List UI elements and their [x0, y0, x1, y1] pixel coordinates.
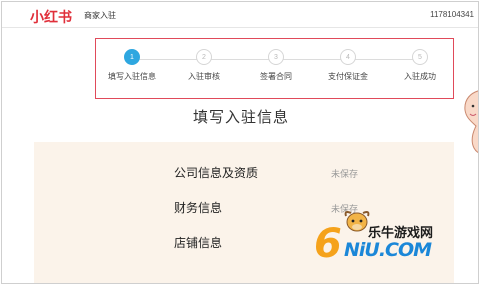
section-store-info[interactable]: 店铺信息: [174, 234, 222, 251]
site-watermark: 6 乐牛游戏网 NiU.COM: [314, 210, 474, 270]
progress-steps: 1 填写入驻信息 2 入驻审核 3 签署合同 4 支付保证金 5 入驻成功: [95, 38, 454, 99]
step-label: 支付保证金: [328, 72, 368, 81]
section-status: 未保存: [331, 170, 359, 180]
page-title: 填写入驻信息: [192, 108, 289, 126]
section-finance-info[interactable]: 财务信息: [174, 199, 222, 216]
breadcrumb[interactable]: 商家入驻: [84, 10, 116, 21]
step-sign-contract: 3 签署合同: [241, 49, 311, 82]
section-company-info[interactable]: 公司信息及资质: [174, 164, 258, 181]
step-number-badge: 4: [340, 49, 356, 65]
step-label: 入驻审核: [188, 72, 220, 81]
mascot-illustration: [464, 90, 478, 154]
step-number-badge: 2: [196, 49, 212, 65]
step-label: 签署合同: [260, 72, 292, 81]
step-number-badge: 5: [412, 49, 428, 65]
watermark-six: 6: [314, 221, 342, 267]
xiaohongshu-logo[interactable]: 小红书: [30, 7, 72, 27]
step-number-badge: 1: [124, 49, 140, 65]
step-fill-info[interactable]: 1 填写入驻信息: [97, 49, 167, 82]
top-header: 小红书 商家入驻 1178104341: [2, 2, 478, 28]
step-number-badge: 3: [268, 49, 284, 65]
app-window: 小红书 商家入驻 1178104341 1 填写入驻信息 2 入驻审核 3 签署…: [1, 1, 479, 284]
step-success: 5 入驻成功: [385, 49, 455, 82]
account-id[interactable]: 1178104341: [430, 10, 474, 19]
step-label: 入驻成功: [404, 72, 436, 81]
step-pay-deposit: 4 支付保证金: [313, 49, 383, 82]
watermark-domain: NiU.COM: [344, 239, 432, 261]
step-review: 2 入驻审核: [169, 49, 239, 82]
step-label: 填写入驻信息: [108, 72, 156, 81]
